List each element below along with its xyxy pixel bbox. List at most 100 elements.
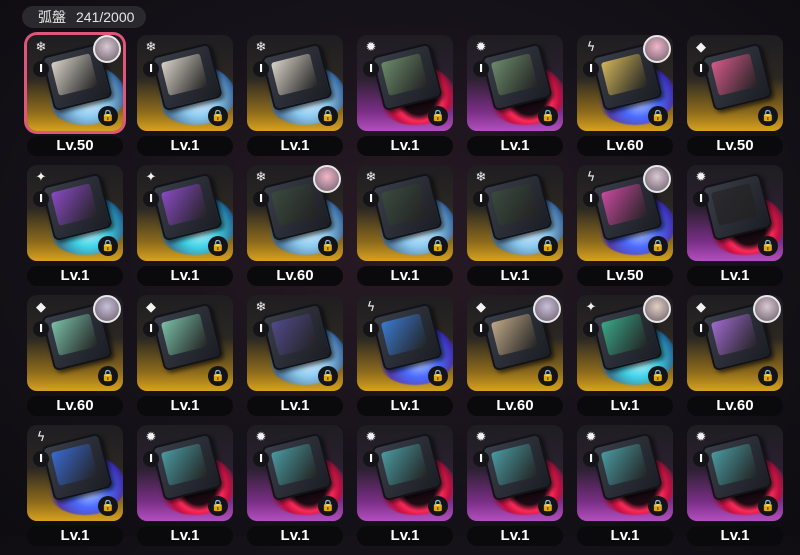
disc-item[interactable]: ❄ Ⅰ 🔒 Lv.60: [247, 165, 345, 295]
disc-item[interactable]: ✹ Ⅰ 🔒 Lv.1: [467, 35, 565, 165]
disc-item[interactable]: ◆ Ⅰ 🔒 Lv.60: [27, 295, 125, 425]
disc-card[interactable]: ✹ Ⅰ 🔒: [577, 425, 673, 521]
disc-card[interactable]: ✹ Ⅰ 🔒: [467, 35, 563, 131]
lock-icon[interactable]: 🔒: [318, 496, 338, 516]
disc-card[interactable]: ❄ Ⅰ 🔒: [137, 35, 233, 131]
rank-badge: Ⅰ: [143, 191, 159, 207]
disc-card[interactable]: ◆ Ⅰ 🔒: [467, 295, 563, 391]
lock-icon[interactable]: 🔒: [538, 366, 558, 386]
disc-level: Lv.1: [467, 266, 563, 286]
disc-card[interactable]: ϟ Ⅰ 🔒: [577, 165, 673, 261]
disc-card[interactable]: ◆ Ⅰ 🔒: [137, 295, 233, 391]
disc-card[interactable]: ✹ Ⅰ 🔒: [357, 425, 453, 521]
disc-item[interactable]: ✦ Ⅰ 🔒 Lv.1: [577, 295, 675, 425]
disc-card[interactable]: ✹ Ⅰ 🔒: [467, 425, 563, 521]
lock-icon[interactable]: 🔒: [758, 366, 778, 386]
disc-artwork: [600, 313, 648, 356]
rank-badge: Ⅰ: [583, 191, 599, 207]
disc-card[interactable]: ϟ Ⅰ 🔒: [27, 425, 123, 521]
disc-level: Lv.1: [687, 266, 783, 286]
disc-card[interactable]: ◆ Ⅰ 🔒: [27, 295, 123, 391]
disc-card[interactable]: ϟ Ⅰ 🔒: [357, 295, 453, 391]
disc-grid: ❄ Ⅰ 🔒 Lv.50 ❄ Ⅰ 🔒 Lv.1 ❄ Ⅰ 🔒 Lv.1 ✹ Ⅰ 🔒 Lv.1 ✹ Ⅰ 🔒 Lv.1 ϟ Ⅰ 🔒 L…: [27, 35, 785, 555]
fire-attribute-icon: ✹: [585, 430, 597, 445]
rank-badge: Ⅰ: [253, 451, 269, 467]
lock-icon[interactable]: 🔒: [208, 106, 228, 126]
disc-level: Lv.1: [247, 526, 343, 546]
disc-card[interactable]: ✹ Ⅰ 🔒: [137, 425, 233, 521]
disc-card[interactable]: ❄ Ⅰ 🔒: [247, 165, 343, 261]
disc-card[interactable]: ❄ Ⅰ 🔒: [247, 35, 343, 131]
equipped-agent-avatar: [93, 295, 121, 323]
rank-badge: Ⅰ: [143, 61, 159, 77]
disc-card[interactable]: ϟ Ⅰ 🔒: [577, 35, 673, 131]
disc-card[interactable]: ✹ Ⅰ 🔒: [687, 165, 783, 261]
lock-icon[interactable]: 🔒: [428, 366, 448, 386]
disc-card[interactable]: ❄ Ⅰ 🔒: [27, 35, 123, 131]
lock-icon[interactable]: 🔒: [208, 366, 228, 386]
lock-icon[interactable]: 🔒: [208, 496, 228, 516]
disc-item[interactable]: ϟ Ⅰ 🔒 Lv.50: [577, 165, 675, 295]
disc-item[interactable]: ✦ Ⅰ 🔒 Lv.1: [27, 165, 125, 295]
ice-attribute-icon: ❄: [475, 170, 487, 185]
lock-icon[interactable]: 🔒: [758, 106, 778, 126]
disc-card[interactable]: ✹ Ⅰ 🔒: [247, 425, 343, 521]
lock-icon[interactable]: 🔒: [428, 106, 448, 126]
equipped-agent-avatar: [643, 295, 671, 323]
disc-level: Lv.1: [137, 396, 233, 416]
lock-icon[interactable]: 🔒: [648, 236, 668, 256]
disc-card[interactable]: ❄ Ⅰ 🔒: [247, 295, 343, 391]
disc-item[interactable]: ◆ Ⅰ 🔒 Lv.60: [687, 295, 785, 425]
lock-icon[interactable]: 🔒: [428, 236, 448, 256]
disc-card[interactable]: ❄ Ⅰ 🔒: [357, 165, 453, 261]
disc-item[interactable]: ❄ Ⅰ 🔒 Lv.1: [247, 295, 345, 425]
disc-item[interactable]: ϟ Ⅰ 🔒 Lv.60: [577, 35, 675, 165]
lock-icon[interactable]: 🔒: [318, 106, 338, 126]
disc-item[interactable]: ✹ Ⅰ 🔒 Lv.1: [687, 165, 785, 295]
lock-icon[interactable]: 🔒: [648, 106, 668, 126]
rank-badge: Ⅰ: [473, 61, 489, 77]
disc-artwork: [490, 313, 538, 356]
ice-attribute-icon: ❄: [35, 40, 47, 55]
disc-card[interactable]: ✦ Ⅰ 🔒: [27, 165, 123, 261]
lock-icon[interactable]: 🔒: [318, 366, 338, 386]
lock-icon[interactable]: 🔒: [538, 236, 558, 256]
lock-icon[interactable]: 🔒: [538, 496, 558, 516]
disc-card[interactable]: ✦ Ⅰ 🔒: [137, 165, 233, 261]
rank-badge: Ⅰ: [363, 191, 379, 207]
disc-item[interactable]: ◆ Ⅰ 🔒 Lv.1: [137, 295, 235, 425]
disc-item[interactable]: ❄ Ⅰ 🔒 Lv.1: [247, 35, 345, 165]
disc-card[interactable]: ✦ Ⅰ 🔒: [577, 295, 673, 391]
disc-item[interactable]: ✹ Ⅰ 🔒 Lv.1: [357, 35, 455, 165]
disc-item[interactable]: ϟ Ⅰ 🔒 Lv.1: [357, 295, 455, 425]
lock-icon[interactable]: 🔒: [98, 106, 118, 126]
equipped-agent-avatar: [93, 35, 121, 63]
disc-card[interactable]: ✹ Ⅰ 🔒: [687, 425, 783, 521]
lock-icon[interactable]: 🔒: [758, 496, 778, 516]
disc-item[interactable]: ◆ Ⅰ 🔒 Lv.60: [467, 295, 565, 425]
disc-artwork: [380, 53, 428, 96]
lock-icon[interactable]: 🔒: [648, 496, 668, 516]
lock-icon[interactable]: 🔒: [758, 236, 778, 256]
lock-icon[interactable]: 🔒: [98, 236, 118, 256]
rank-badge: Ⅰ: [693, 61, 709, 77]
lock-icon[interactable]: 🔒: [318, 236, 338, 256]
disc-item[interactable]: ❄ Ⅰ 🔒 Lv.50: [27, 35, 125, 165]
disc-card[interactable]: ✹ Ⅰ 🔒: [357, 35, 453, 131]
lock-icon[interactable]: 🔒: [428, 496, 448, 516]
disc-card[interactable]: ◆ Ⅰ 🔒: [687, 295, 783, 391]
disc-item[interactable]: ❄ Ⅰ 🔒 Lv.1: [467, 165, 565, 295]
disc-item[interactable]: ❄ Ⅰ 🔒 Lv.1: [137, 35, 235, 165]
disc-item[interactable]: ◆ Ⅰ 🔒 Lv.50: [687, 35, 785, 165]
disc-item[interactable]: ❄ Ⅰ 🔒 Lv.1: [357, 165, 455, 295]
lock-icon[interactable]: 🔒: [98, 496, 118, 516]
lock-icon[interactable]: 🔒: [98, 366, 118, 386]
lock-icon[interactable]: 🔒: [538, 106, 558, 126]
disc-item[interactable]: ✦ Ⅰ 🔒 Lv.1: [137, 165, 235, 295]
disc-card[interactable]: ◆ Ⅰ 🔒: [687, 35, 783, 131]
disc-level: Lv.60: [27, 396, 123, 416]
lock-icon[interactable]: 🔒: [208, 236, 228, 256]
disc-card[interactable]: ❄ Ⅰ 🔒: [467, 165, 563, 261]
rank-badge: Ⅰ: [363, 451, 379, 467]
lock-icon[interactable]: 🔒: [648, 366, 668, 386]
